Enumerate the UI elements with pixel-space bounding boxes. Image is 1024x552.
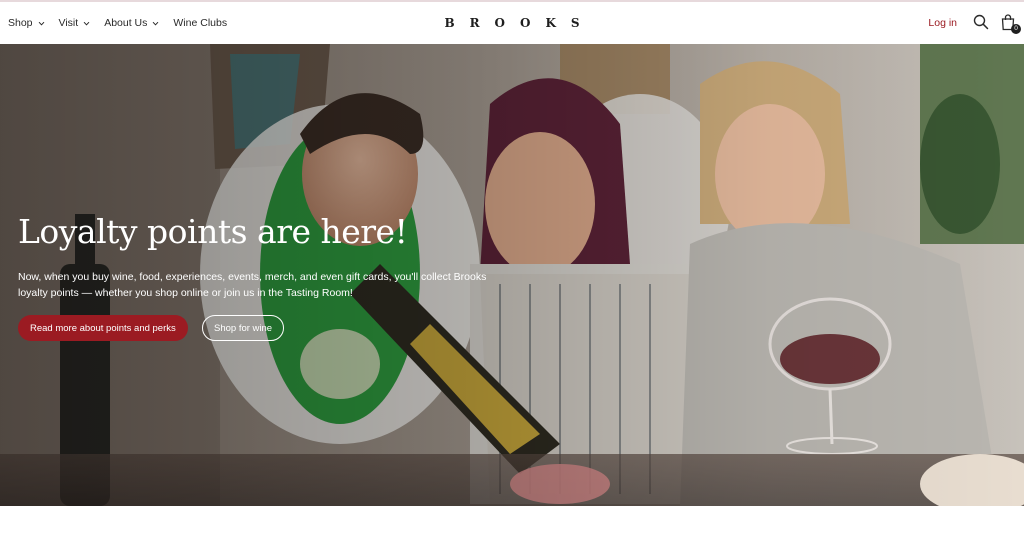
nav-item-label: Visit (58, 17, 79, 29)
main-nav: Shop Visit About Us Wine Clubs (8, 2, 227, 44)
nav-item-visit[interactable]: Visit (59, 17, 91, 29)
nav-item-wine-clubs[interactable]: Wine Clubs (173, 17, 227, 29)
hero-headline: Loyalty points are here! (18, 212, 408, 251)
login-link[interactable]: Log in (928, 17, 957, 29)
nav-item-shop[interactable]: Shop (8, 17, 45, 29)
nav-item-label: About Us (104, 17, 148, 29)
cart-count-badge: 0 (1011, 24, 1021, 34)
hero-subtext: Now, when you buy wine, food, experience… (18, 271, 487, 299)
read-more-points-button[interactable]: Read more about points and perks (18, 315, 188, 341)
cart-button[interactable]: 0 (1000, 13, 1021, 34)
chevron-down-icon (152, 20, 159, 27)
shop-for-wine-button[interactable]: Shop for wine (202, 315, 285, 341)
hero-banner: Loyalty points are here! Now, when you b… (0, 44, 1024, 506)
brand-logo-text: BROOKS (444, 16, 595, 30)
site-header: Shop Visit About Us Wine Clubs BROOKS Lo… (0, 2, 1024, 44)
nav-item-label: Shop (8, 17, 33, 29)
nav-item-about-us[interactable]: About Us (104, 17, 159, 29)
search-button[interactable] (973, 14, 989, 30)
nav-item-label: Wine Clubs (173, 17, 228, 29)
search-icon (973, 14, 989, 30)
chevron-down-icon (83, 20, 90, 27)
chevron-down-icon (38, 20, 45, 27)
page-below-hero (0, 506, 1024, 552)
